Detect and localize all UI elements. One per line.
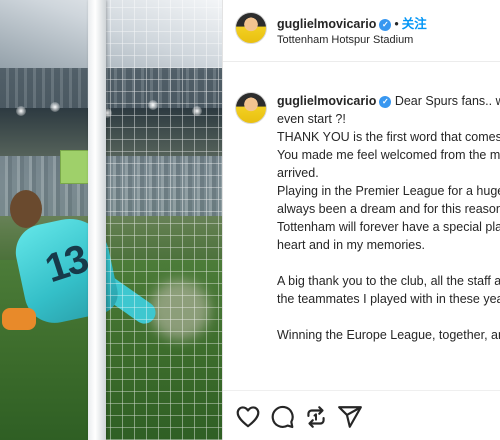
caption-line: Playing in the Premier League for a huge: [277, 184, 500, 198]
goalkeeper-head: [10, 190, 42, 228]
caption-line: Winning the Europe League, together, an: [277, 328, 500, 342]
caption-text: guglielmovicario ✓ Dear Spurs fans.. wh e…: [277, 92, 500, 344]
caption-first-line: guglielmovicario ✓ Dear Spurs fans.. wh: [277, 92, 500, 110]
post-panel: guglielmovicario ✓ • 关注 Tottenham Hotspur S…: [222, 0, 500, 440]
post-author: guglielmovicario ✓ • 关注: [277, 13, 427, 32]
username-link[interactable]: guglielmovicario: [277, 17, 376, 31]
caption-section: guglielmovicario ✓ Dear Spurs fans.. wh e…: [223, 62, 500, 390]
caption-line: always been a dream and for this reason: [277, 202, 500, 216]
comment-icon[interactable]: [269, 404, 295, 430]
caption-line: heart and in my memories.: [277, 238, 425, 252]
verified-badge-icon: ✓: [379, 96, 392, 108]
caption-line: Tottenham will forever have a special pl…: [277, 220, 500, 234]
caption-line: even start ?!: [277, 112, 346, 126]
caption-line: arrived.: [277, 166, 319, 180]
separator-dot: •: [394, 17, 399, 31]
caption-avatar[interactable]: [235, 92, 267, 124]
share-icon[interactable]: [337, 404, 363, 430]
caption-line: You made me feel welcomed from the m: [277, 148, 500, 162]
repost-icon[interactable]: [303, 404, 329, 430]
caption-username[interactable]: guglielmovicario: [277, 94, 376, 108]
action-bar: [223, 390, 500, 440]
avatar[interactable]: [235, 12, 267, 44]
goalkeeper-glove: [2, 308, 36, 330]
verified-badge-icon: ✓: [379, 19, 392, 31]
post-header: guglielmovicario ✓ • 关注 Tottenham Hotspur S…: [223, 0, 500, 62]
goal-net: [98, 0, 222, 440]
caption-line: THANK YOU is the first word that comes: [277, 130, 500, 144]
caption-line: the teammates I played with in these yea: [277, 292, 500, 306]
caption-line: A big thank you to the club, all the sta…: [277, 274, 500, 288]
heart-icon[interactable]: [235, 404, 261, 430]
location-link[interactable]: Tottenham Hotspur Stadium: [277, 34, 413, 46]
follow-button[interactable]: 关注: [402, 17, 427, 31]
goal-post: [88, 0, 106, 440]
caption-line: Dear Spurs fans.. wh: [394, 94, 500, 108]
post-photo[interactable]: 13: [0, 0, 222, 440]
